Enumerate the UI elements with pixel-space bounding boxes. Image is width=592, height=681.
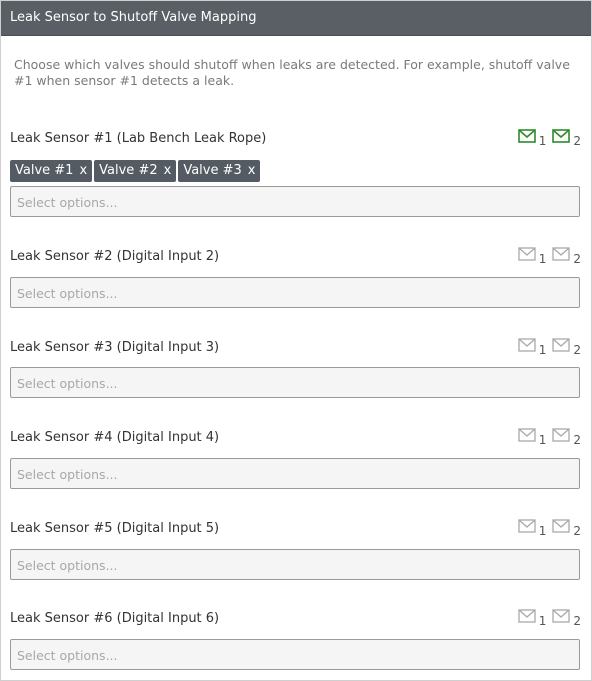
email-notify-number: 2 <box>573 524 581 538</box>
envelope-icon <box>552 519 571 533</box>
valve-select-input[interactable]: Select options... <box>10 549 580 580</box>
valve-tag-label: Valve #1 <box>15 163 74 178</box>
notification-icons: 1 2 <box>512 247 581 265</box>
valve-select-input[interactable]: Select options... <box>10 458 580 489</box>
remove-tag-button[interactable]: x <box>248 163 256 178</box>
valve-tag-label: Valve #3 <box>183 163 242 178</box>
panel-title: Leak Sensor to Shutoff Valve Mapping <box>1 1 591 36</box>
notification-icons: 1 2 <box>512 609 581 627</box>
valve-tag[interactable]: Valve #1 x <box>10 160 93 182</box>
envelope-icon <box>518 428 536 442</box>
email-notify-1-toggle[interactable]: 1 <box>518 338 546 356</box>
email-notify-number: 2 <box>573 134 581 148</box>
notification-icons: 1 2 <box>512 129 581 147</box>
envelope-icon <box>552 428 571 442</box>
email-notify-number: 2 <box>573 614 581 628</box>
panel-description: Choose which valves should shutoff when … <box>14 57 570 88</box>
email-notify-1-toggle[interactable]: 1 <box>518 428 546 446</box>
email-notify-1-toggle[interactable]: 1 <box>517 129 546 147</box>
envelope-icon <box>552 129 571 143</box>
envelope-icon <box>552 338 571 352</box>
envelope-icon <box>518 609 536 623</box>
notification-icons: 1 2 <box>512 338 581 356</box>
notification-icons: 1 2 <box>512 519 581 537</box>
envelope-icon <box>518 338 536 352</box>
sensor-label: Leak Sensor #6 (Digital Input 6) <box>10 611 220 626</box>
valve-select-input[interactable]: Select options... <box>10 639 580 670</box>
valve-select-input[interactable]: Select options... <box>10 277 580 308</box>
email-notify-number: 1 <box>538 343 547 357</box>
email-notify-2-toggle[interactable]: 2 <box>552 129 581 147</box>
valve-tag[interactable]: Valve #2 x <box>94 160 177 182</box>
email-notify-number: 2 <box>573 343 581 357</box>
email-notify-number: 2 <box>573 252 581 266</box>
email-notify-2-toggle[interactable]: 2 <box>552 428 581 446</box>
envelope-icon <box>517 129 536 143</box>
valve-tag[interactable]: Valve #3 x <box>178 160 261 182</box>
sensor-label: Leak Sensor #3 (Digital Input 3) <box>10 340 220 355</box>
email-notify-number: 1 <box>538 433 547 447</box>
email-notify-2-toggle[interactable]: 2 <box>552 609 581 627</box>
email-notify-number: 1 <box>538 252 547 266</box>
valve-select-input[interactable]: Select options... <box>10 367 580 398</box>
envelope-icon <box>552 247 571 261</box>
email-notify-number: 1 <box>538 524 547 538</box>
valve-tag-label: Valve #2 <box>99 163 158 178</box>
email-notify-1-toggle[interactable]: 1 <box>518 247 546 265</box>
notification-icons: 1 2 <box>512 428 581 446</box>
sensor-label: Leak Sensor #2 (Digital Input 2) <box>10 249 220 264</box>
email-notify-1-toggle[interactable]: 1 <box>518 609 546 627</box>
email-notify-number: 1 <box>538 614 547 628</box>
envelope-icon <box>518 247 536 261</box>
email-notify-number: 2 <box>573 433 581 447</box>
selected-valve-tags: Valve #1 x Valve #2 x Valve #3 x <box>10 160 262 182</box>
remove-tag-button[interactable]: x <box>164 163 172 178</box>
sensor-label: Leak Sensor #1 (Lab Bench Leak Rope) <box>10 131 267 146</box>
email-notify-2-toggle[interactable]: 2 <box>552 338 581 356</box>
mapping-panel: Leak Sensor to Shutoff Valve Mapping Cho… <box>0 0 592 681</box>
email-notify-number: 1 <box>538 134 547 148</box>
valve-select-input[interactable]: Select options... <box>10 186 580 217</box>
email-notify-2-toggle[interactable]: 2 <box>552 519 581 537</box>
sensor-label: Leak Sensor #5 (Digital Input 5) <box>10 521 220 536</box>
email-notify-1-toggle[interactable]: 1 <box>518 519 546 537</box>
remove-tag-button[interactable]: x <box>79 163 87 178</box>
envelope-icon <box>552 609 571 623</box>
envelope-icon <box>518 519 536 533</box>
email-notify-2-toggle[interactable]: 2 <box>552 247 581 265</box>
sensor-label: Leak Sensor #4 (Digital Input 4) <box>10 430 220 445</box>
